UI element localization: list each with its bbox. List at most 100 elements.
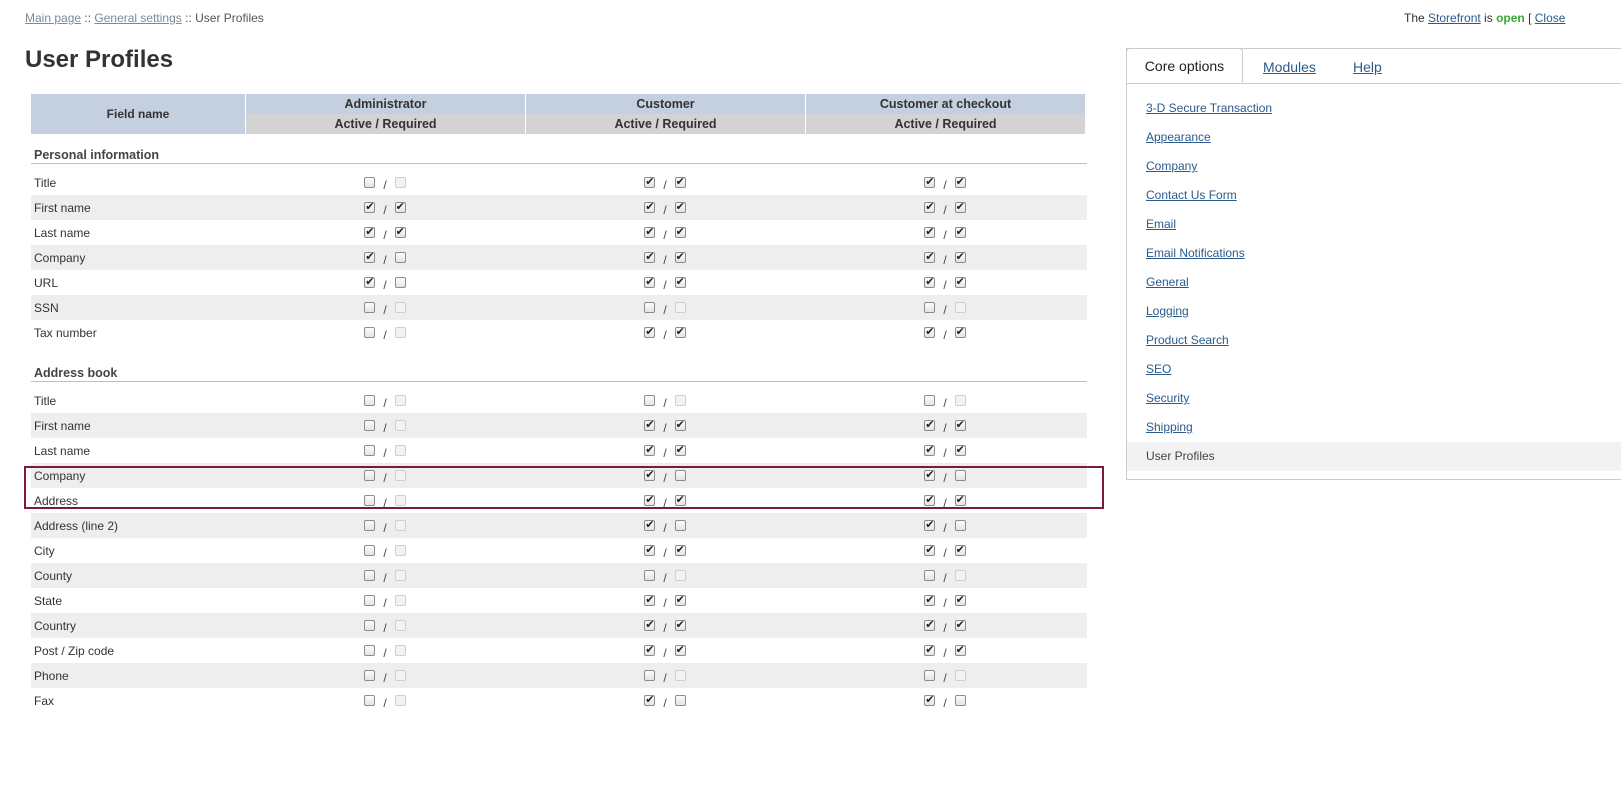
active-checkbox[interactable]: ✔ <box>644 277 656 288</box>
menu-link[interactable]: Shipping <box>1146 420 1193 434</box>
menu-link[interactable]: Email Notifications <box>1146 246 1245 260</box>
menu-link[interactable]: Logging <box>1146 304 1189 318</box>
active-checkbox[interactable]: ✔ <box>924 177 936 188</box>
menu-link[interactable]: Contact Us Form <box>1146 188 1237 202</box>
required-checkbox[interactable]: ✔ <box>674 445 686 456</box>
active-checkbox[interactable] <box>364 620 376 631</box>
menu-link[interactable]: Product Search <box>1146 333 1229 347</box>
required-checkbox[interactable]: ✔ <box>954 252 966 263</box>
active-checkbox[interactable]: ✔ <box>364 277 376 288</box>
active-checkbox[interactable] <box>364 327 376 338</box>
active-checkbox[interactable]: ✔ <box>364 227 376 238</box>
active-checkbox[interactable]: ✔ <box>644 595 656 606</box>
required-checkbox[interactable]: ✔ <box>954 545 966 556</box>
required-checkbox[interactable] <box>394 445 406 456</box>
active-checkbox[interactable]: ✔ <box>364 252 376 263</box>
menu-item-company[interactable]: Company <box>1127 152 1621 181</box>
active-checkbox[interactable]: ✔ <box>644 445 656 456</box>
active-checkbox[interactable] <box>924 395 936 406</box>
required-checkbox[interactable]: ✔ <box>954 227 966 238</box>
required-checkbox[interactable]: ✔ <box>674 177 686 188</box>
required-checkbox[interactable]: ✔ <box>954 177 966 188</box>
tab-help[interactable]: Help <box>1353 59 1382 75</box>
active-checkbox[interactable]: ✔ <box>924 202 936 213</box>
menu-item-3-d-secure-transaction[interactable]: 3-D Secure Transaction <box>1127 94 1621 123</box>
required-checkbox[interactable] <box>674 470 686 481</box>
required-checkbox[interactable] <box>954 520 966 531</box>
active-checkbox[interactable]: ✔ <box>644 520 656 531</box>
active-checkbox[interactable]: ✔ <box>924 545 936 556</box>
required-checkbox[interactable]: ✔ <box>674 227 686 238</box>
active-checkbox[interactable]: ✔ <box>644 327 656 338</box>
active-checkbox[interactable]: ✔ <box>644 545 656 556</box>
menu-link[interactable]: Email <box>1146 217 1176 231</box>
active-checkbox[interactable] <box>364 570 376 581</box>
active-checkbox[interactable]: ✔ <box>644 420 656 431</box>
storefront-link[interactable]: Storefront <box>1428 11 1481 25</box>
menu-link[interactable]: Appearance <box>1146 130 1211 144</box>
close-storefront-link[interactable]: Close <box>1535 11 1566 25</box>
tab-modules[interactable]: Modules <box>1263 59 1316 75</box>
required-checkbox[interactable] <box>394 645 406 656</box>
active-checkbox[interactable] <box>364 445 376 456</box>
required-checkbox[interactable] <box>674 520 686 531</box>
menu-item-email-notifications[interactable]: Email Notifications <box>1127 239 1621 268</box>
required-checkbox[interactable] <box>954 470 966 481</box>
active-checkbox[interactable] <box>644 570 656 581</box>
menu-link[interactable]: 3-D Secure Transaction <box>1146 101 1272 115</box>
active-checkbox[interactable] <box>364 395 376 406</box>
active-checkbox[interactable] <box>364 302 376 313</box>
required-checkbox[interactable] <box>674 395 686 406</box>
required-checkbox[interactable]: ✔ <box>674 327 686 338</box>
active-checkbox[interactable]: ✔ <box>924 595 936 606</box>
required-checkbox[interactable] <box>394 420 406 431</box>
active-checkbox[interactable]: ✔ <box>644 645 656 656</box>
required-checkbox[interactable] <box>674 695 686 706</box>
active-checkbox[interactable]: ✔ <box>924 695 936 706</box>
active-checkbox[interactable]: ✔ <box>644 620 656 631</box>
required-checkbox[interactable] <box>954 395 966 406</box>
required-checkbox[interactable]: ✔ <box>954 420 966 431</box>
required-checkbox[interactable]: ✔ <box>674 645 686 656</box>
required-checkbox[interactable] <box>394 327 406 338</box>
required-checkbox[interactable]: ✔ <box>674 252 686 263</box>
required-checkbox[interactable]: ✔ <box>674 595 686 606</box>
active-checkbox[interactable]: ✔ <box>924 645 936 656</box>
active-checkbox[interactable]: ✔ <box>364 202 376 213</box>
active-checkbox[interactable] <box>364 545 376 556</box>
active-checkbox[interactable]: ✔ <box>644 202 656 213</box>
menu-item-security[interactable]: Security <box>1127 384 1621 413</box>
required-checkbox[interactable] <box>394 695 406 706</box>
active-checkbox[interactable] <box>644 395 656 406</box>
required-checkbox[interactable] <box>954 695 966 706</box>
menu-link[interactable]: Company <box>1146 159 1197 173</box>
active-checkbox[interactable]: ✔ <box>924 252 936 263</box>
menu-item-contact-us-form[interactable]: Contact Us Form <box>1127 181 1621 210</box>
required-checkbox[interactable]: ✔ <box>674 420 686 431</box>
required-checkbox[interactable]: ✔ <box>954 645 966 656</box>
required-checkbox[interactable]: ✔ <box>674 495 686 506</box>
active-checkbox[interactable] <box>364 495 376 506</box>
active-checkbox[interactable]: ✔ <box>924 445 936 456</box>
active-checkbox[interactable] <box>364 420 376 431</box>
tab-core-options[interactable]: Core options <box>1126 48 1243 83</box>
required-checkbox[interactable] <box>954 570 966 581</box>
active-checkbox[interactable]: ✔ <box>644 470 656 481</box>
required-checkbox[interactable] <box>394 252 406 263</box>
menu-item-user-profiles[interactable]: User Profiles <box>1127 442 1621 471</box>
required-checkbox[interactable]: ✔ <box>954 277 966 288</box>
active-checkbox[interactable]: ✔ <box>644 252 656 263</box>
required-checkbox[interactable] <box>394 470 406 481</box>
menu-item-email[interactable]: Email <box>1127 210 1621 239</box>
active-checkbox[interactable] <box>924 302 936 313</box>
required-checkbox[interactable] <box>674 302 686 313</box>
required-checkbox[interactable] <box>394 177 406 188</box>
required-checkbox[interactable] <box>674 670 686 681</box>
required-checkbox[interactable]: ✔ <box>674 545 686 556</box>
required-checkbox[interactable] <box>394 595 406 606</box>
active-checkbox[interactable]: ✔ <box>644 177 656 188</box>
active-checkbox[interactable] <box>924 570 936 581</box>
required-checkbox[interactable]: ✔ <box>674 277 686 288</box>
active-checkbox[interactable]: ✔ <box>924 277 936 288</box>
active-checkbox[interactable]: ✔ <box>644 495 656 506</box>
